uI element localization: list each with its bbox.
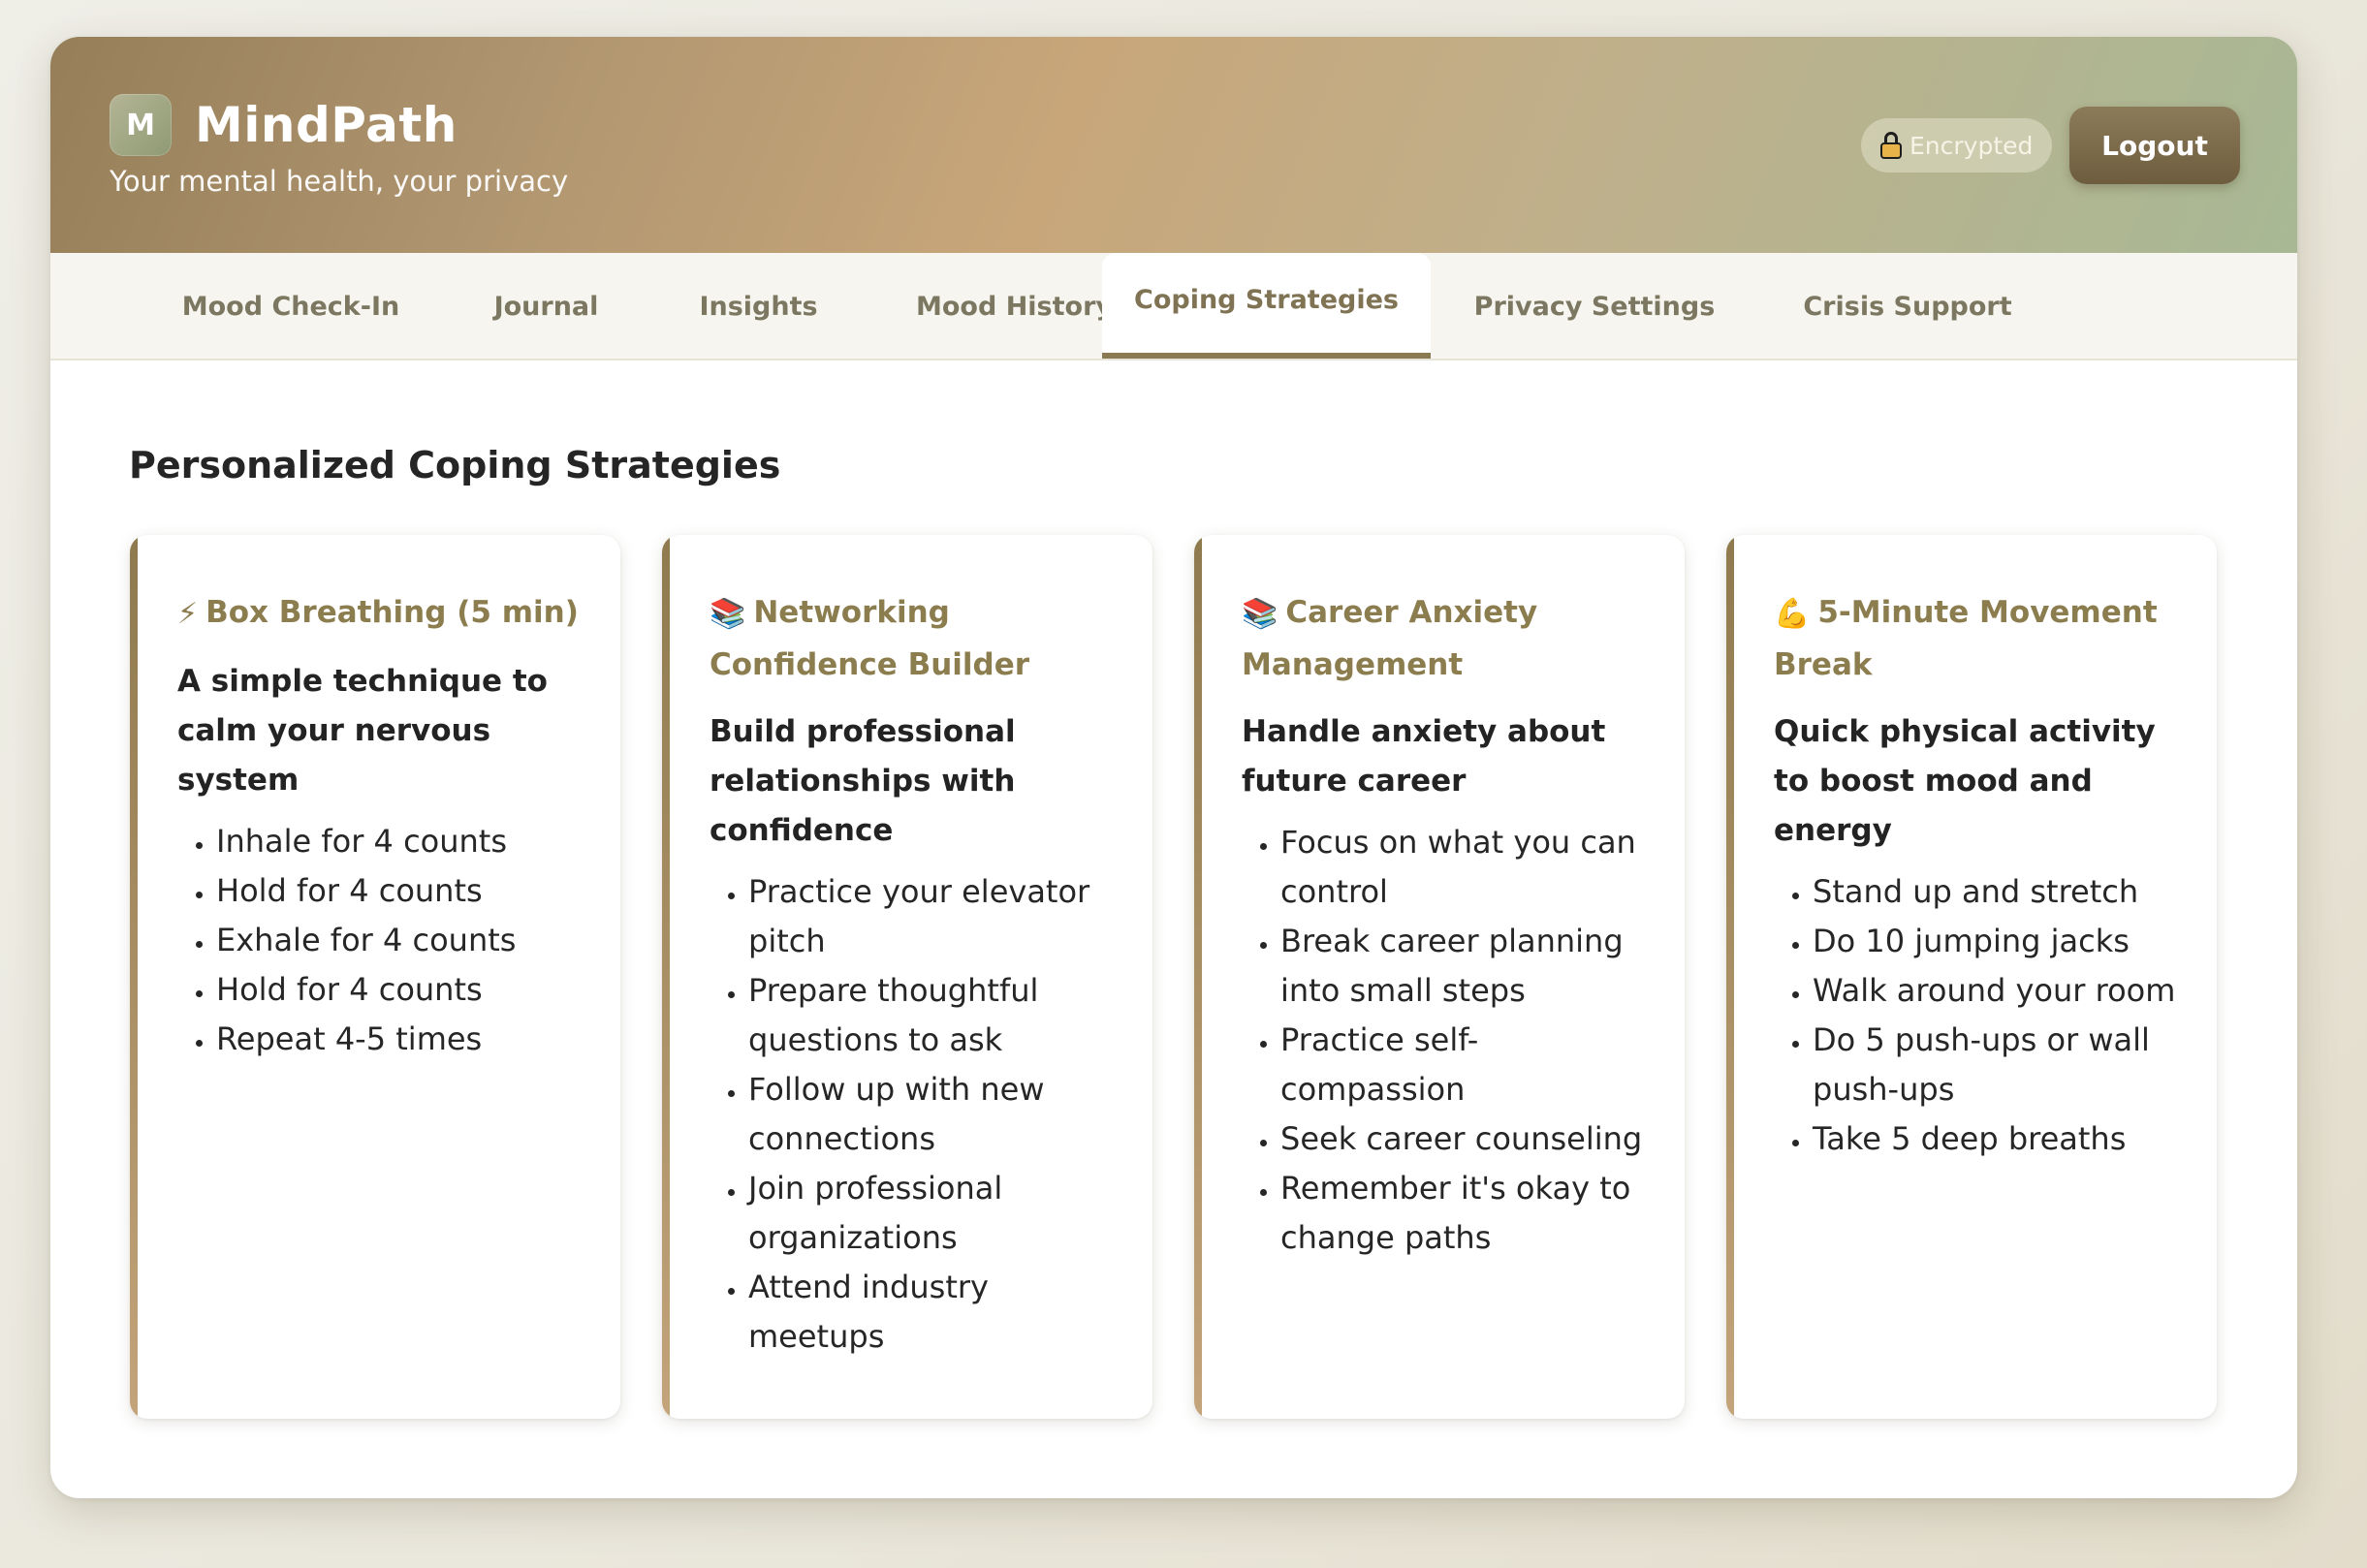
list-item: Do 5 push-ups or wall push-ups	[1813, 1016, 2188, 1114]
card-title: ⚡ Box Breathing (5 min)	[177, 587, 591, 640]
list-item: Hold for 4 counts	[216, 965, 591, 1015]
list-item: Attend industry meetups	[748, 1263, 1123, 1362]
card-subtitle: Quick physical activity to boost mood an…	[1774, 714, 2156, 848]
card-title-text: Box Breathing (5 min)	[205, 595, 579, 630]
strategy-card: 📚 Networking Confidence Builder Build pro…	[662, 535, 1152, 1419]
list-item: Do 10 jumping jacks	[1813, 917, 2188, 966]
list-item: Practice your elevator pitch	[748, 867, 1123, 966]
books-icon: 📚	[710, 597, 746, 631]
card-title-text: Networking Confidence Builder	[710, 595, 1030, 682]
strategy-card: 💪 5-Minute Movement Break Quick physical …	[1726, 535, 2217, 1419]
app-header: M MindPath Your mental health, your priv…	[50, 37, 2297, 253]
card-subtitle: A simple technique to calm your nervous …	[177, 664, 548, 798]
list-item: Follow up with new connections	[748, 1065, 1123, 1164]
logout-button[interactable]: Logout	[2069, 107, 2240, 184]
tab-crisis-support[interactable]: Crisis Support	[1778, 253, 2037, 361]
card-steps: Practice your elevator pitch Prepare tho…	[710, 867, 1123, 1362]
list-item: Take 5 deep breaths	[1813, 1114, 2188, 1164]
app-tagline: Your mental health, your privacy	[110, 165, 569, 198]
tab-bar: Mood Check-In Journal Insights Mood Hist…	[50, 253, 2297, 361]
card-steps: Inhale for 4 counts Hold for 4 counts Ex…	[177, 817, 591, 1064]
encrypted-badge: Encrypted	[1861, 118, 2053, 172]
list-item: Exhale for 4 counts	[216, 916, 591, 965]
lightning-icon: ⚡	[177, 597, 199, 631]
list-item: Join professional organizations	[748, 1164, 1123, 1263]
flexed-biceps-icon: 💪	[1774, 597, 1811, 631]
page-title: Personalized Coping Strategies	[129, 444, 781, 486]
card-steps: Stand up and stretch Do 10 jumping jacks…	[1774, 867, 2188, 1164]
card-subtitle: Build professional relationships with co…	[710, 714, 1016, 848]
list-item: Remember it's okay to change paths	[1280, 1164, 1656, 1263]
app-window: M MindPath Your mental health, your priv…	[50, 37, 2297, 1498]
card-steps: Focus on what you can control Break care…	[1242, 818, 1656, 1263]
tab-insights[interactable]: Insights	[659, 253, 858, 361]
books-icon: 📚	[1242, 597, 1278, 631]
card-title: 📚 Career Anxiety Management	[1242, 587, 1656, 690]
tab-privacy-settings[interactable]: Privacy Settings	[1431, 253, 1758, 361]
card-title-text: 5-Minute Movement Break	[1774, 595, 2158, 682]
tab-mood-check-in[interactable]: Mood Check-In	[148, 253, 433, 361]
card-title: 💪 5-Minute Movement Break	[1774, 587, 2188, 690]
card-title: 📚 Networking Confidence Builder	[710, 587, 1123, 690]
list-item: Practice self-compassion	[1280, 1016, 1656, 1114]
logo-icon: M	[110, 94, 172, 156]
list-item: Repeat 4-5 times	[216, 1015, 591, 1064]
app-title: MindPath	[195, 97, 458, 153]
tab-journal[interactable]: Journal	[453, 253, 640, 361]
encrypted-label: Encrypted	[1909, 131, 2034, 160]
brand: M MindPath	[110, 94, 458, 156]
list-item: Focus on what you can control	[1280, 818, 1656, 917]
card-subtitle: Handle anxiety about future career	[1242, 714, 1606, 799]
lock-icon	[1880, 132, 1902, 159]
list-item: Prepare thoughtful questions to ask	[748, 966, 1123, 1065]
list-item: Break career planning into small steps	[1280, 917, 1656, 1016]
list-item: Stand up and stretch	[1813, 867, 2188, 917]
strategy-card: 📚 Career Anxiety Management Handle anxiet…	[1194, 535, 1685, 1419]
list-item: Seek career counseling	[1280, 1114, 1656, 1164]
list-item: Hold for 4 counts	[216, 866, 591, 916]
tab-coping-strategies[interactable]: Coping Strategies	[1102, 253, 1431, 359]
list-item: Walk around your room	[1813, 966, 2188, 1016]
strategy-card: ⚡ Box Breathing (5 min) A simple techniqu…	[130, 535, 620, 1419]
card-title-text: Career Anxiety Management	[1242, 595, 1538, 682]
list-item: Inhale for 4 counts	[216, 817, 591, 866]
